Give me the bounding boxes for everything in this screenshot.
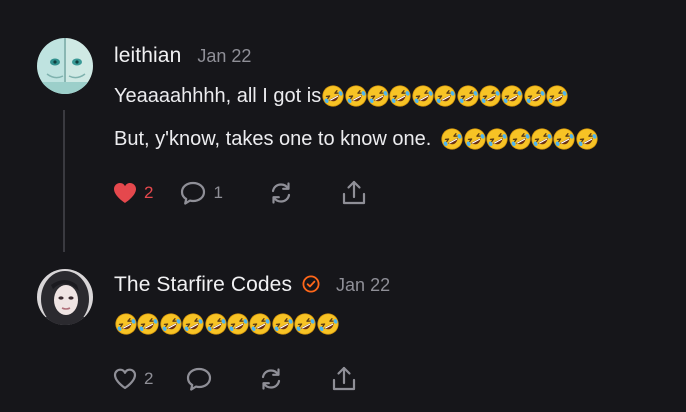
heart-icon bbox=[112, 367, 138, 391]
comment-meta: The Starfire Codes Jan 22 bbox=[114, 273, 390, 297]
verified-badge-icon bbox=[302, 275, 320, 293]
rolling-on-floor-laughing-emoji-icon bbox=[440, 127, 464, 151]
rolling-on-floor-laughing-emoji-icon bbox=[114, 312, 138, 336]
avatar-leithian[interactable] bbox=[37, 38, 93, 94]
author-name[interactable]: leithian bbox=[114, 44, 181, 68]
comment-body-line-1: Yeaaaahhhh, all I got is bbox=[114, 84, 568, 108]
rolling-on-floor-laughing-emoji-icon bbox=[344, 84, 368, 108]
rolling-on-floor-laughing-emoji-icon bbox=[463, 127, 487, 151]
reply-count: 1 bbox=[213, 183, 223, 202]
author-name[interactable]: The Starfire Codes bbox=[114, 273, 292, 297]
share-button[interactable] bbox=[331, 365, 357, 393]
comment-actions: 2 1 bbox=[112, 178, 367, 208]
like-count: 2 bbox=[144, 369, 154, 388]
rolling-on-floor-laughing-emoji-icon bbox=[388, 84, 412, 108]
emoji-row bbox=[321, 84, 569, 108]
emoji-row bbox=[440, 127, 599, 151]
comment-actions: 2 bbox=[112, 364, 357, 394]
speech-bubble-icon bbox=[179, 180, 207, 206]
comment-date[interactable]: Jan 22 bbox=[197, 46, 251, 67]
heart-icon bbox=[112, 181, 138, 205]
like-button[interactable]: 2 bbox=[112, 367, 153, 391]
rolling-on-floor-laughing-emoji-icon bbox=[433, 84, 457, 108]
rolling-on-floor-laughing-emoji-icon bbox=[485, 127, 509, 151]
rolling-on-floor-laughing-emoji-icon bbox=[226, 312, 250, 336]
share-button[interactable] bbox=[341, 179, 367, 207]
rolling-on-floor-laughing-emoji-icon bbox=[136, 312, 160, 336]
restack-button[interactable] bbox=[257, 365, 285, 393]
rolling-on-floor-laughing-emoji-icon bbox=[411, 84, 435, 108]
rolling-on-floor-laughing-emoji-icon bbox=[271, 312, 295, 336]
comment-text: But, y'know, takes one to know one. bbox=[114, 127, 432, 150]
reply-button[interactable]: 1 bbox=[179, 180, 223, 206]
rolling-on-floor-laughing-emoji-icon bbox=[366, 84, 390, 108]
rolling-on-floor-laughing-emoji-icon bbox=[530, 127, 554, 151]
share-icon bbox=[341, 179, 367, 207]
emoji-row bbox=[114, 312, 340, 336]
like-button[interactable]: 2 bbox=[112, 181, 153, 205]
restack-icon bbox=[267, 179, 295, 207]
rolling-on-floor-laughing-emoji-icon bbox=[575, 127, 599, 151]
comment-meta: leithian Jan 22 bbox=[114, 44, 251, 68]
thread-connector-line bbox=[63, 110, 65, 252]
like-count: 2 bbox=[144, 183, 154, 202]
comment-body-line-2: But, y'know, takes one to know one. bbox=[114, 127, 599, 151]
avatar-the-starfire-codes[interactable] bbox=[37, 269, 93, 325]
rolling-on-floor-laughing-emoji-icon bbox=[523, 84, 547, 108]
rolling-on-floor-laughing-emoji-icon bbox=[181, 312, 205, 336]
rolling-on-floor-laughing-emoji-icon bbox=[159, 312, 183, 336]
reply-button[interactable] bbox=[185, 366, 213, 392]
rolling-on-floor-laughing-emoji-icon bbox=[316, 312, 340, 336]
rolling-on-floor-laughing-emoji-icon bbox=[500, 84, 524, 108]
restack-icon bbox=[257, 365, 285, 393]
rolling-on-floor-laughing-emoji-icon bbox=[248, 312, 272, 336]
comment-date[interactable]: Jan 22 bbox=[336, 275, 390, 296]
speech-bubble-icon bbox=[185, 366, 213, 392]
rolling-on-floor-laughing-emoji-icon bbox=[545, 84, 569, 108]
rolling-on-floor-laughing-emoji-icon bbox=[456, 84, 480, 108]
comment-text: Yeaaaahhhh, all I got is bbox=[114, 84, 322, 107]
rolling-on-floor-laughing-emoji-icon bbox=[321, 84, 345, 108]
rolling-on-floor-laughing-emoji-icon bbox=[552, 127, 576, 151]
rolling-on-floor-laughing-emoji-icon bbox=[508, 127, 532, 151]
rolling-on-floor-laughing-emoji-icon bbox=[478, 84, 502, 108]
restack-button[interactable] bbox=[267, 179, 295, 207]
share-icon bbox=[331, 365, 357, 393]
rolling-on-floor-laughing-emoji-icon bbox=[293, 312, 317, 336]
rolling-on-floor-laughing-emoji-icon bbox=[204, 312, 228, 336]
comment-body bbox=[114, 312, 340, 336]
